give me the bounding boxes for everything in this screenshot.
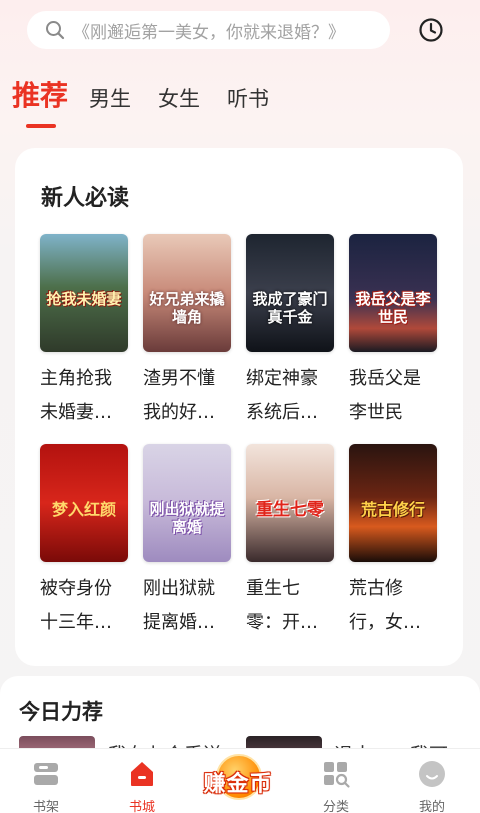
book-item[interactable]: 好兄弟来撬墙角 渣男不懂 我的好… (143, 234, 231, 430)
search-input[interactable]: 《刚邂逅第一美女，你就来退婚？》 (27, 11, 390, 49)
tab-recommend[interactable]: 推荐 (12, 72, 68, 120)
book-cover[interactable]: 我成了豪门真千金 (246, 234, 334, 352)
book-item[interactable]: 我岳父是李世民 我岳父是 李世民 (349, 234, 437, 430)
nav-label: 书架 (32, 800, 59, 813)
book-title: 荒古修 行，女… (349, 578, 421, 633)
cover-title: 我岳父是李世民 (355, 290, 431, 326)
book-item[interactable]: 梦入红颜 被夺身份 十三年… (40, 444, 128, 640)
new-reader-card: 新人必读 抢我未婚妻 主角抢我 未婚妻… 好兄弟来撬墙角 渣男不懂 我的好… 我… (15, 148, 463, 666)
nav-label: 分类 (322, 800, 349, 813)
book-item[interactable]: 刚出狱就提离婚 刚出狱就 提离婚… (143, 444, 231, 640)
book-cover[interactable]: 抢我未婚妻 (40, 234, 128, 352)
nav-category[interactable]: 分类 (306, 759, 366, 813)
book-title: 刚出狱就 提离婚… (143, 578, 215, 633)
book-cover[interactable]: 好兄弟来撬墙角 (143, 234, 231, 352)
book-item[interactable]: 我成了豪门真千金 绑定神豪 系统后… (246, 234, 334, 430)
cover-title: 我成了豪门真千金 (252, 290, 328, 326)
cover-title: 好兄弟来撬墙角 (149, 290, 225, 326)
book-title: 绑定神豪 系统后… (246, 368, 318, 423)
cover-title: 梦入红颜 (51, 500, 116, 519)
profile-avatar-icon (417, 759, 447, 789)
top-bar: 《刚邂逅第一美女，你就来退婚？》 (0, 0, 480, 60)
cover-title: 荒古修行 (360, 500, 425, 519)
cover-title: 重生七零 (256, 500, 324, 520)
tab-audiobook[interactable]: 听书 (227, 75, 269, 123)
tab-male[interactable]: 男生 (89, 75, 131, 123)
book-cover[interactable]: 刚出狱就提离婚 (143, 444, 231, 562)
nav-label: 书城 (128, 800, 155, 813)
nav-label: 我的 (418, 800, 445, 813)
book-title: 被夺身份 十三年… (40, 578, 112, 633)
cover-title: 抢我未婚妻 (46, 290, 122, 308)
book-cover[interactable]: 梦入红颜 (40, 444, 128, 562)
category-grid-icon (321, 759, 351, 789)
section-title: 今日力荐 (19, 700, 103, 724)
book-title: 重生七 零：开… (246, 578, 318, 633)
section-title: 新人必读 (41, 186, 130, 211)
nav-bookstore[interactable]: 书城 (112, 759, 172, 813)
history-clock-icon[interactable] (418, 17, 444, 43)
cover-title: 刚出狱就提离婚 (149, 500, 225, 536)
book-item[interactable]: 荒古修行 荒古修 行，女… (349, 444, 437, 640)
bookshelf-icon (31, 759, 61, 789)
search-placeholder: 《刚邂逅第一美女，你就来退婚？》 (73, 22, 345, 43)
nav-bookshelf[interactable]: 书架 (16, 759, 76, 813)
book-cover[interactable]: 荒古修行 (349, 444, 437, 562)
book-title: 我岳父是 李世民 (349, 368, 421, 423)
book-item[interactable]: 抢我未婚妻 主角抢我 未婚妻… (40, 234, 128, 430)
book-cover[interactable]: 重生七零 (246, 444, 334, 562)
earn-coins-button[interactable]: 赚金币 (197, 754, 279, 806)
active-tab-indicator (26, 124, 56, 128)
book-title: 渣男不懂 我的好… (143, 368, 215, 423)
book-title: 主角抢我 未婚妻… (40, 368, 112, 423)
home-store-icon (127, 759, 157, 789)
nav-mine[interactable]: 我的 (402, 759, 462, 813)
earn-coins-label: 赚金币 (203, 772, 273, 797)
book-item[interactable]: 重生七零 重生七 零：开… (246, 444, 334, 640)
book-cover[interactable]: 我岳父是李世民 (349, 234, 437, 352)
search-icon (45, 20, 65, 40)
category-tabs: 推荐 男生 女生 听书 (12, 72, 452, 132)
tab-female[interactable]: 女生 (158, 75, 200, 123)
